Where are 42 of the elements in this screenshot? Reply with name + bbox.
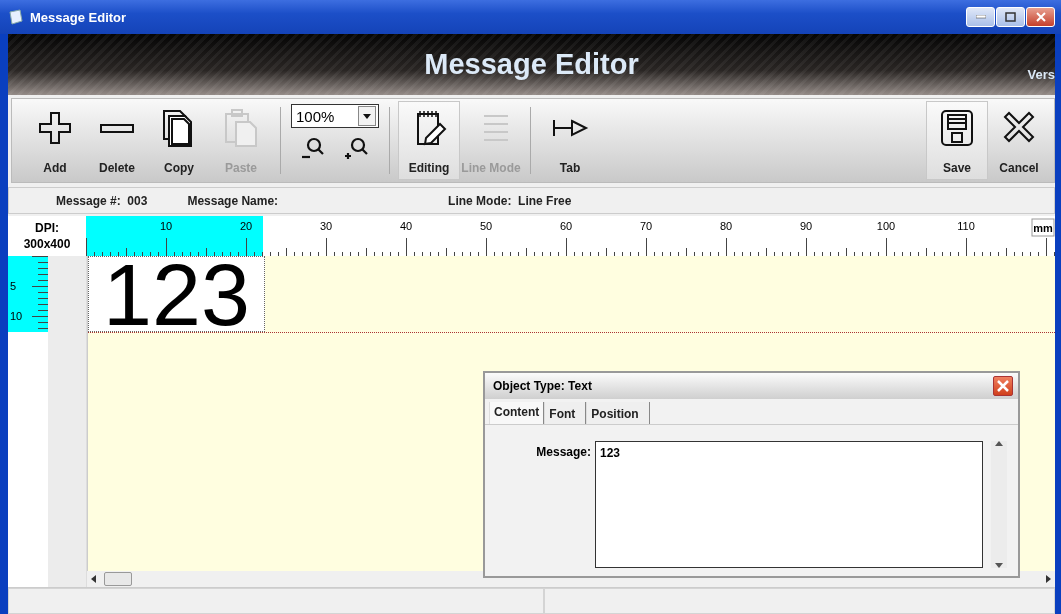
toolbar-button[interactable]: Tab	[539, 101, 601, 180]
minimize-icon	[975, 15, 986, 19]
text-object[interactable]: 123	[88, 256, 265, 332]
minus-icon	[100, 123, 134, 133]
close-icon	[1035, 12, 1046, 22]
right-arrow-icon[interactable]	[1046, 575, 1051, 583]
toolbar-button[interactable]: Copy	[148, 101, 210, 180]
line-mode: Line Mode: Line Free	[448, 193, 572, 208]
down-arrow-icon[interactable]	[995, 563, 1003, 568]
zoom-out-icon[interactable]	[301, 136, 325, 160]
tab[interactable]: Content	[489, 402, 545, 424]
dpi-value: 300x400	[23, 236, 71, 252]
clipboard-icon	[222, 108, 260, 148]
dialog-title: Object Type: Text	[493, 379, 592, 393]
maximize-button[interactable]	[996, 7, 1025, 27]
version-label: Vers	[1027, 67, 1055, 82]
field-label: Message:	[535, 444, 591, 461]
toolbar-button[interactable]: Save	[926, 101, 988, 180]
zoom-dropdown[interactable]: 100%	[291, 104, 379, 128]
toolbar-button[interactable]: Add	[24, 101, 86, 180]
message-name-label: Message Name:	[187, 193, 279, 208]
caret-icon	[363, 113, 371, 119]
left-arrow-icon[interactable]	[91, 575, 96, 583]
dpi-label: DPI:	[35, 220, 59, 236]
scroll-thumb[interactable]	[104, 572, 132, 586]
vertical-ruler: 5 10	[8, 256, 48, 332]
message-number: Message #: 003	[56, 193, 148, 208]
zoom-in-icon[interactable]	[345, 136, 369, 160]
tab[interactable]: Font	[544, 402, 587, 424]
message-field[interactable]: 123	[595, 441, 983, 568]
window-title: Message Editor	[30, 9, 127, 25]
header-title: Message Editor	[424, 48, 639, 81]
scrollbar[interactable]	[991, 441, 1007, 568]
maximize-icon	[1005, 12, 1016, 22]
close-button[interactable]	[993, 376, 1013, 396]
toolbar-button[interactable]: Editing	[398, 101, 460, 180]
toolbar-button[interactable]: Delete	[86, 101, 148, 180]
app-icon	[8, 9, 24, 25]
horizontal-ruler: 10 20 30 40 50 60 70 80 90 100 110 mm	[86, 216, 1055, 256]
up-arrow-icon[interactable]	[995, 441, 1003, 446]
tab[interactable]: Position	[586, 402, 650, 424]
toolbar-button[interactable]: Cancel	[988, 101, 1050, 180]
